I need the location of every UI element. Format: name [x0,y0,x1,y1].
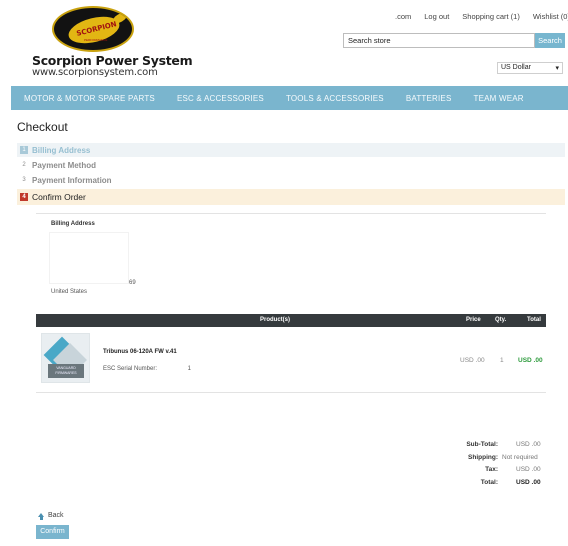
logo-subtext: PERFORMANCE [84,38,108,42]
wishlist-link[interactable]: Wishlist (0) [533,12,568,21]
step-billing-address[interactable]: 1 Billing Address [17,143,565,157]
scorpion-logo[interactable]: SCORPION PERFORMANCE [52,6,134,52]
serial-number-value: 1 [187,366,191,372]
nav-item-batteries[interactable]: BATTERIES [406,94,452,103]
brand-name[interactable]: Scorpion Power System [32,53,193,68]
step-number: 1 [20,146,28,154]
step-label: Payment Method [32,160,97,170]
step-number: 2 [22,162,26,168]
section-divider [36,392,546,393]
col-price: Price [466,317,481,323]
shopping-cart-link[interactable]: Shopping cart (1) [462,12,520,21]
product-image[interactable]: VANGUARD FIRMWARES [41,333,90,383]
currency-value: US Dollar [501,64,531,71]
logout-link[interactable]: Log out [424,12,449,21]
step-label: Billing Address [32,145,91,155]
total-value: USD .00 [516,479,541,486]
brand-url[interactable]: www.scorpionsystem.com [32,67,158,78]
tax-value: USD .00 [516,466,541,473]
serial-label: ESC Serial Number: [103,366,158,372]
currency-select[interactable]: US Dollar ▾ [497,62,563,74]
product-name[interactable]: Tribunus 06-120A FW v.41 [103,349,177,355]
table-header: Product(s) Price Qty. Total [36,314,546,327]
row-total: USD .00 [518,357,543,364]
nav-item-tools[interactable]: TOOLS & ACCESSORIES [286,94,384,103]
col-total: Total [527,317,541,323]
header-links: .com Log out Shopping cart (1) Wishlist … [395,12,568,21]
total-label: Total: [480,479,498,486]
nav-item-esc[interactable]: ESC & ACCESSORIES [177,94,264,103]
product-image-caption: VANGUARD FIRMWARES [48,364,84,378]
main-nav: MOTOR & MOTOR SPARE PARTS ESC & ACCESSOR… [11,86,568,110]
step-number: 3 [22,177,26,183]
back-link[interactable]: Back [38,512,64,520]
row-qty: 1 [500,357,504,364]
subtotal-value: USD .00 [516,441,541,448]
tax-label: Tax: [485,466,498,473]
search-input[interactable]: Search store [343,33,535,48]
step-payment-method: 2 Payment Method [17,158,565,172]
address-zip: 69 [129,280,136,286]
col-qty: Qty. [495,317,507,323]
subtotal-label: Sub-Total: [466,441,498,448]
page-title: Checkout [17,120,68,134]
section-divider [36,213,546,214]
chevron-down-icon: ▾ [555,65,559,72]
billing-address-heading: Billing Address [51,221,95,227]
back-label: Back [48,512,64,519]
confirm-button[interactable]: Confirm [36,525,69,539]
account-link[interactable]: .com [395,12,411,21]
step-confirm-order: 4 Confirm Order [17,189,565,205]
step-number: 4 [20,193,28,201]
search-button[interactable]: Search [535,33,565,48]
address-block [49,232,129,284]
shipping-value: Not required [502,454,538,461]
col-product: Product(s) [260,317,290,323]
back-arrow-icon [38,512,44,520]
row-price: USD .00 [460,357,485,364]
nav-item-motors[interactable]: MOTOR & MOTOR SPARE PARTS [24,94,155,103]
step-payment-information: 3 Payment Information [17,173,565,187]
shipping-label: Shipping: [468,454,498,461]
address-country: United States [51,289,88,295]
nav-item-team-wear[interactable]: TEAM WEAR [474,94,524,103]
step-label: Confirm Order [32,192,86,202]
step-label: Payment Information [32,175,112,185]
